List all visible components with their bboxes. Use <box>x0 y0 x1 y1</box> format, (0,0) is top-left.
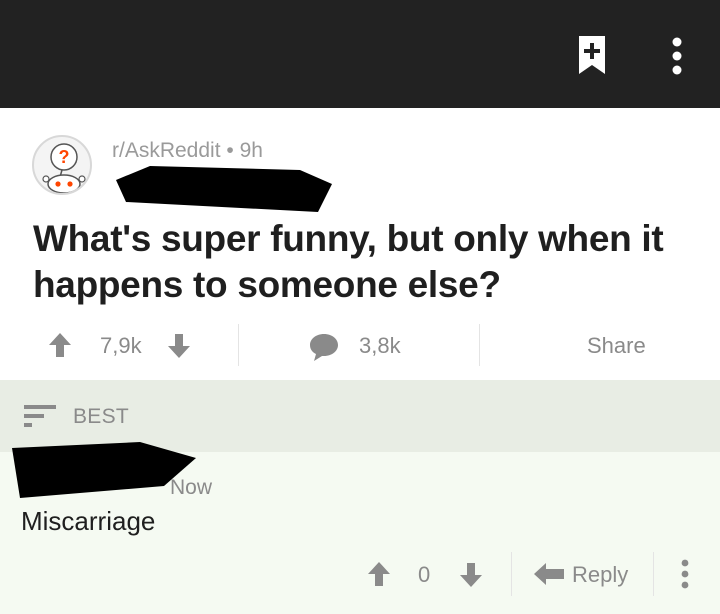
more-vertical-icon[interactable] <box>667 36 687 76</box>
comment-bubble-icon[interactable] <box>308 332 340 362</box>
comment-action-bar: 0 Reply <box>0 552 720 596</box>
comment-upvote-icon[interactable] <box>367 561 391 587</box>
post-title[interactable]: What's super funny, but only when it hap… <box>33 216 703 308</box>
action-divider <box>653 552 654 596</box>
action-divider <box>511 552 512 596</box>
post-meta: r/AskReddit • 9h <box>112 139 263 163</box>
subreddit-name[interactable]: r/AskReddit <box>112 139 221 162</box>
svg-text:?: ? <box>59 147 70 167</box>
sort-icon <box>24 405 56 427</box>
comment-more-icon[interactable] <box>677 558 693 590</box>
comment-body: Miscarriage <box>21 506 156 536</box>
subreddit-avatar[interactable]: ? <box>32 135 92 195</box>
sort-label: BEST <box>73 405 130 428</box>
post-age: 9h <box>239 139 263 162</box>
post-card: ? r/AskReddit • 9h What's super funny, b… <box>0 108 720 380</box>
meta-separator: • <box>226 139 234 162</box>
post-action-bar: 7,9k 3,8k Share <box>0 324 720 366</box>
author-redaction <box>116 166 332 212</box>
comment-count[interactable]: 3,8k <box>359 333 401 359</box>
comment-item: Now Miscarriage 0 Reply <box>0 442 720 614</box>
comment-downvote-icon[interactable] <box>459 562 483 588</box>
upvote-count: 7,9k <box>100 333 142 358</box>
askreddit-snoo-icon: ? <box>42 143 86 193</box>
upvote-icon[interactable] <box>48 332 72 358</box>
share-button[interactable]: Share <box>587 333 646 359</box>
action-divider <box>479 324 480 366</box>
comment-score: 0 <box>418 562 431 587</box>
action-divider <box>238 324 239 366</box>
reply-arrow-icon[interactable] <box>534 563 564 585</box>
downvote-icon[interactable] <box>167 333 191 359</box>
top-toolbar <box>0 0 720 108</box>
bookmark-plus-icon[interactable] <box>577 34 607 76</box>
reply-button[interactable]: Reply <box>572 562 628 588</box>
comment-author-redaction <box>12 442 196 498</box>
